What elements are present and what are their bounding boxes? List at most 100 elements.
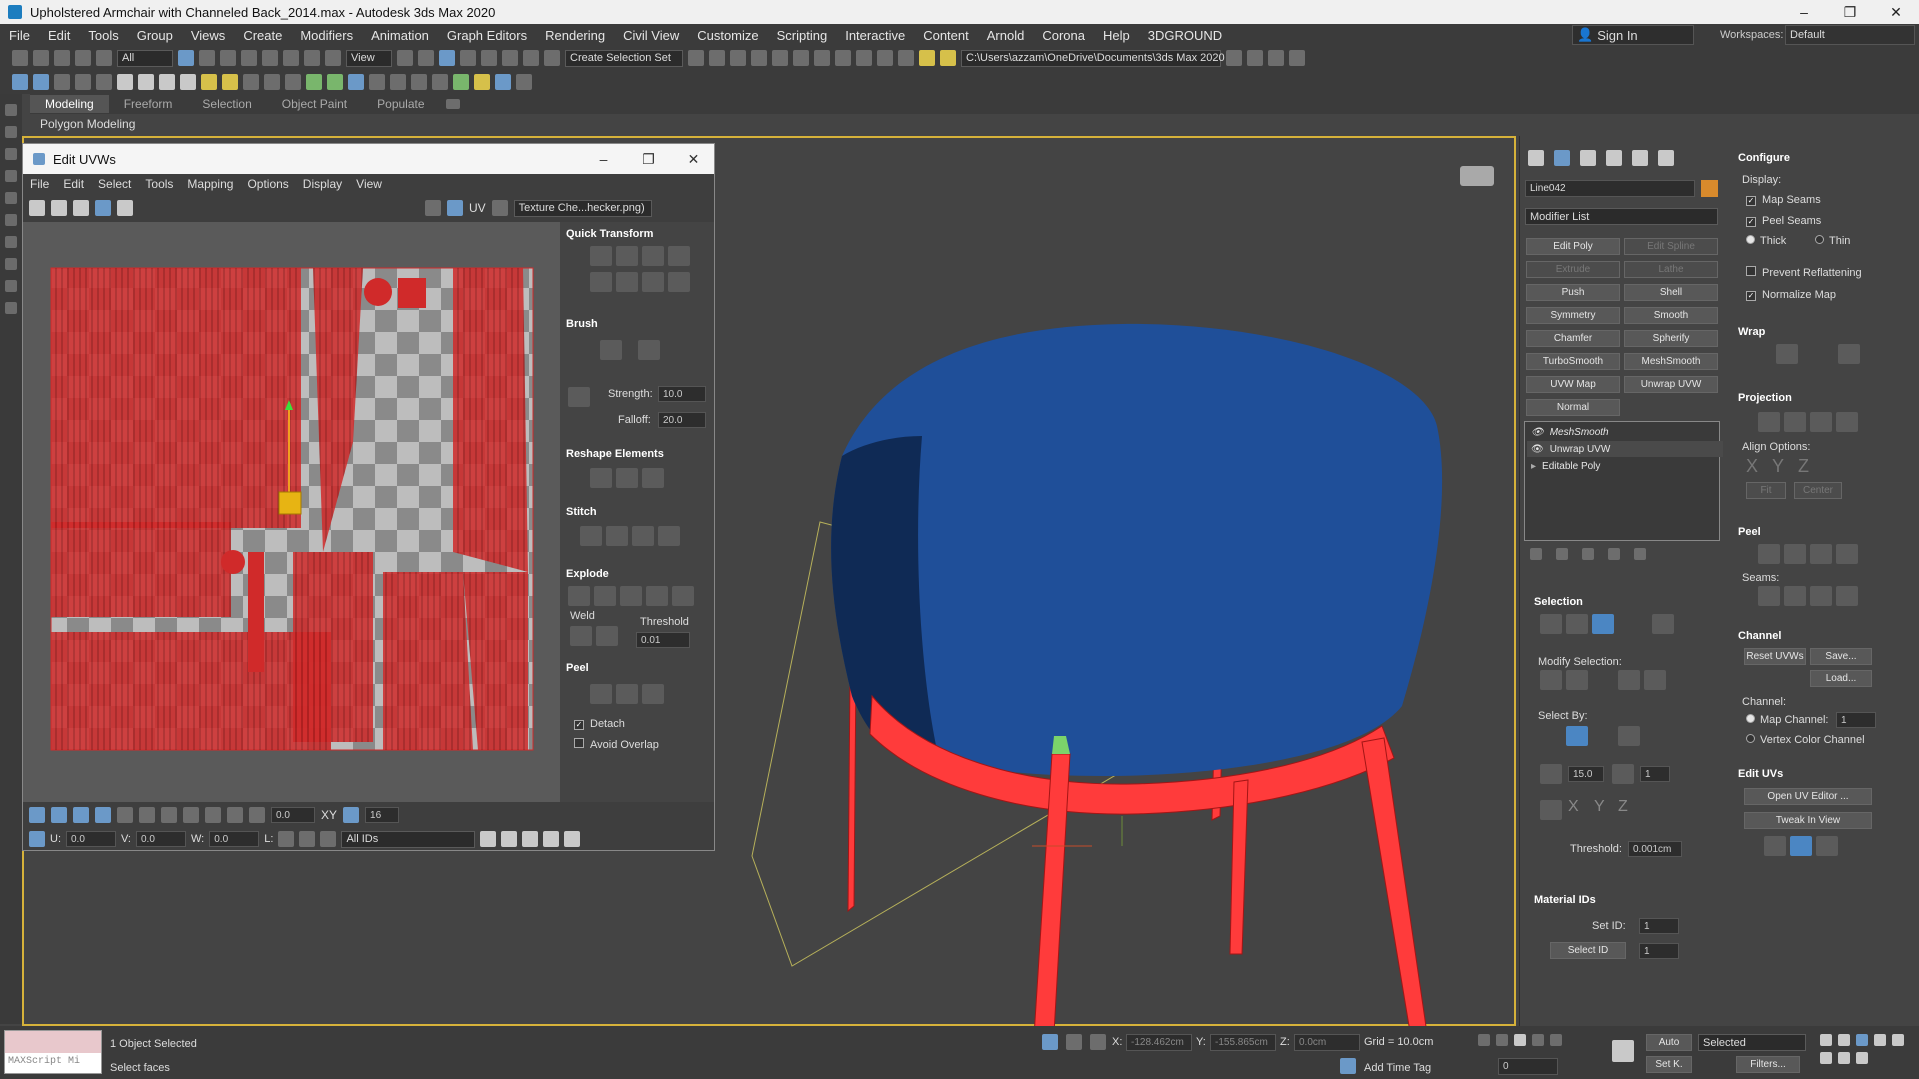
planar-map-icon[interactable]	[1758, 412, 1780, 432]
rotate-icon[interactable]	[283, 50, 299, 66]
maxscript-input[interactable]: MAXScript Mi	[5, 1053, 101, 1073]
set-key-button[interactable]: Set K.	[1646, 1056, 1692, 1073]
menu-animation[interactable]: Animation	[362, 28, 438, 43]
select-element-icon[interactable]	[1652, 614, 1674, 634]
uvw-menu-file[interactable]: File	[23, 177, 56, 191]
vertex-color-channel-radio[interactable]: Vertex Color Channel	[1746, 734, 1865, 746]
unwrap-uvw-button[interactable]: Unwrap UVW	[1624, 376, 1718, 393]
toolbar2-icon-3[interactable]	[54, 74, 70, 90]
flatten-by-smoothing-icon[interactable]	[646, 586, 668, 606]
eye-icon[interactable]: 👁	[1531, 444, 1544, 455]
menu-help[interactable]: Help	[1094, 28, 1139, 43]
stack-item-unwrap-uvw[interactable]: 👁 Unwrap UVW	[1527, 441, 1723, 457]
curve-editor-icon[interactable]	[793, 50, 809, 66]
motion-tab-icon[interactable]	[1606, 150, 1622, 166]
uvw-texture-dropdown[interactable]: Texture Che...hecker.png)	[513, 199, 652, 217]
window-crossing-icon[interactable]	[241, 50, 257, 66]
edge-mode-icon[interactable]	[51, 807, 67, 823]
grid-snap-icon[interactable]	[343, 807, 360, 823]
menu-scripting[interactable]: Scripting	[768, 28, 837, 43]
edit-named-selection-icon[interactable]	[544, 50, 560, 66]
stitch-to-average-icon[interactable]	[606, 526, 628, 546]
menu-views[interactable]: Views	[182, 28, 234, 43]
move-icon[interactable]	[262, 50, 278, 66]
eye-icon[interactable]: 👁	[1531, 427, 1544, 438]
toolbar2-icon-22[interactable]	[453, 74, 469, 90]
zoom-all-icon[interactable]	[1838, 1034, 1850, 1046]
zoom-extents-view-icon[interactable]	[1856, 1034, 1868, 1046]
save-button[interactable]: Save...	[1810, 648, 1872, 665]
remove-modifier-icon[interactable]	[1608, 548, 1620, 560]
extrude-button[interactable]: Extrude	[1526, 261, 1620, 278]
strength-spinner[interactable]: 10.0	[658, 386, 706, 402]
freeze-icon[interactable]	[320, 831, 337, 847]
seams-from-polygon-icon[interactable]	[1836, 586, 1858, 606]
uvw-menu-select[interactable]: Select	[91, 177, 138, 191]
sign-in-dropdown[interactable]: 👤 Sign In	[1572, 25, 1694, 45]
lock-icon[interactable]	[278, 831, 295, 847]
toolbar2-icon-16[interactable]	[327, 74, 343, 90]
reshape-elements-header[interactable]: Reshape Elements	[566, 448, 664, 460]
sphere-icon[interactable]	[159, 74, 175, 90]
toolbar2-icon-1[interactable]	[12, 74, 28, 90]
schematic-view-icon[interactable]	[814, 50, 830, 66]
spherical-map-icon[interactable]	[1810, 412, 1832, 432]
uvw-menu-view[interactable]: View	[349, 177, 389, 191]
strip-icon-7[interactable]	[5, 236, 17, 248]
workspace-dropdown[interactable]: Default	[1785, 25, 1915, 45]
expand-icon[interactable]: ▸	[1531, 461, 1536, 472]
uvw-menu-display[interactable]: Display	[296, 177, 349, 191]
key-filter-dropdown[interactable]: Selected	[1698, 1034, 1806, 1051]
scale-icon[interactable]	[304, 50, 320, 66]
uv-tool-1-icon[interactable]	[1764, 836, 1786, 856]
axis-z-toggle[interactable]: Z	[1618, 798, 1628, 816]
shrink-icon[interactable]	[1566, 670, 1588, 690]
strip-icon-1[interactable]	[5, 104, 17, 116]
align-vertical-icon[interactable]	[616, 246, 638, 266]
stitch-to-source-icon[interactable]	[632, 526, 654, 546]
toolbar2-icon-19[interactable]	[390, 74, 406, 90]
map-channel-spinner[interactable]: 1	[1836, 712, 1876, 728]
peel-rollout-header[interactable]: Peel	[1738, 526, 1761, 538]
placement-icon[interactable]	[325, 50, 341, 66]
go-to-end-icon[interactable]	[1550, 1034, 1562, 1046]
menu-corona[interactable]: Corona	[1033, 28, 1094, 43]
material-ids-dropdown[interactable]: All IDs	[341, 830, 476, 848]
menu-modifiers[interactable]: Modifiers	[291, 28, 362, 43]
strip-icon-3[interactable]	[5, 148, 17, 160]
symmetry-button[interactable]: Symmetry	[1526, 307, 1620, 324]
keyboard-shortcut-override-icon[interactable]	[439, 50, 455, 66]
uvw-menu-edit[interactable]: Edit	[56, 177, 91, 191]
maximize-viewport-icon[interactable]	[1856, 1052, 1868, 1064]
viewcube[interactable]	[1452, 166, 1502, 196]
falloff-spinner[interactable]: 20.0	[658, 412, 706, 428]
unlink-icon[interactable]	[75, 50, 91, 66]
pivot-center-icon[interactable]	[397, 50, 413, 66]
select-by-count-icon[interactable]	[1612, 764, 1634, 784]
viewcube-icon[interactable]	[1460, 166, 1494, 186]
menu-edit[interactable]: Edit	[39, 28, 79, 43]
material-editor-icon[interactable]	[835, 50, 851, 66]
toolbar2-icon-14[interactable]	[285, 74, 301, 90]
undo-view-icon[interactable]	[564, 831, 581, 847]
quick-transform-header[interactable]: Quick Transform	[566, 228, 653, 240]
uvw-grid-icon[interactable]	[447, 200, 463, 216]
render-production-icon[interactable]	[898, 50, 914, 66]
named-selection-set-dropdown[interactable]: Create Selection Set	[565, 49, 683, 67]
turbosmooth-button[interactable]: TurboSmooth	[1526, 353, 1620, 370]
hide-icon[interactable]	[299, 831, 316, 847]
box-map-icon[interactable]	[1836, 412, 1858, 432]
stitch-header[interactable]: Stitch	[566, 506, 597, 518]
paint-move-icon[interactable]	[600, 340, 622, 360]
edit-spline-button[interactable]: Edit Spline	[1624, 238, 1718, 255]
strip-icon-4[interactable]	[5, 170, 17, 182]
toolbar2-icon-15[interactable]	[306, 74, 322, 90]
space-vertical-icon[interactable]	[668, 272, 690, 292]
spline-mapping-icon[interactable]	[1776, 344, 1798, 364]
align-icon[interactable]	[709, 50, 725, 66]
angle-spinner[interactable]: 15.0	[1568, 766, 1604, 782]
set-key-icon[interactable]	[1612, 1040, 1634, 1062]
prevent-reflattening-checkbox[interactable]: Prevent Reflattening	[1746, 266, 1862, 279]
axis-x-toggle[interactable]: X	[1568, 798, 1579, 816]
paint-select-icon[interactable]	[205, 807, 221, 823]
